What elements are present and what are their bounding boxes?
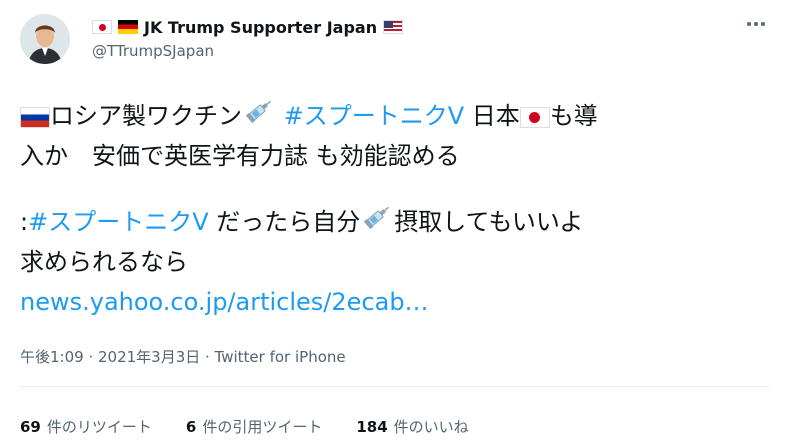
tweet-line-3: :#スプートニクV だったら自分 摂取してもいいよ xyxy=(20,202,780,242)
divider xyxy=(20,386,769,387)
tweet-text-segment: : xyxy=(20,208,29,236)
more-options-icon[interactable] xyxy=(747,22,765,26)
likes-label: 件のいいね xyxy=(393,418,469,436)
tweet-text-segment: ロシア製ワクチン xyxy=(50,102,242,130)
avatar[interactable] xyxy=(20,14,70,64)
likes-count: 184 xyxy=(356,418,388,436)
author-name-row[interactable]: JK Trump Supporter Japan xyxy=(92,16,404,38)
tweet-text-segment: 日本 xyxy=(464,102,520,130)
quotes-label: 件の引用ツイート xyxy=(202,418,323,436)
japan-flag-icon xyxy=(519,106,550,128)
syringe-icon xyxy=(244,97,274,137)
tweet-text-segment: 摂取してもいいよ xyxy=(394,208,584,236)
quotes-count: 6 xyxy=(185,418,197,436)
retweets-count: 69 xyxy=(20,418,41,436)
tweet-text-segment: も導 xyxy=(549,102,598,130)
germany-flag-icon xyxy=(118,20,138,34)
tweet-card: JK Trump Supporter Japan @TTrumpSJapan ロ… xyxy=(0,0,789,446)
avatar-icon xyxy=(20,14,70,64)
usa-flag-icon xyxy=(383,20,404,34)
quotes-stat[interactable]: 6 件の引用ツイート xyxy=(186,416,322,437)
hashtag-link[interactable]: #スプートニクV xyxy=(28,208,209,236)
tweet-timestamp[interactable]: 午後1:09 · 2021年3月3日 · Twitter for iPhone xyxy=(20,346,346,367)
dot xyxy=(761,22,765,26)
tweet-text: ロシア製ワクチン #スプートニクV 日本 も導 入か 安価で英医学有力誌 も効能認… xyxy=(20,96,780,322)
retweets-stat[interactable]: 69 件のリツイート xyxy=(20,416,152,437)
engagement-stats: 69 件のリツイート 6 件の引用ツイート 184 件のいいね xyxy=(20,416,469,437)
author-display-name[interactable]: JK Trump Supporter Japan xyxy=(144,18,377,37)
likes-stat[interactable]: 184 件のいいね xyxy=(356,416,468,437)
russia-flag-icon xyxy=(20,106,50,128)
author-handle[interactable]: @TTrumpSJapan xyxy=(92,42,214,60)
tweet-line-1: ロシア製ワクチン #スプートニクV 日本 も導 xyxy=(20,96,780,136)
retweets-label: 件のリツイート xyxy=(46,418,152,436)
article-link[interactable]: news.yahoo.co.jp/articles/2ecab… xyxy=(20,282,780,322)
hashtag-link[interactable]: #スプートニクV xyxy=(284,102,465,130)
tweet-text-segment: だったら自分 xyxy=(208,208,361,236)
tweet-line-4: 求められるなら xyxy=(20,248,188,276)
japan-flag-icon xyxy=(92,20,112,34)
syringe-icon xyxy=(362,203,392,243)
dot xyxy=(754,22,758,26)
dot xyxy=(747,22,751,26)
tweet-line-2: 入か 安価で英医学有力誌 も効能認める xyxy=(20,142,460,170)
